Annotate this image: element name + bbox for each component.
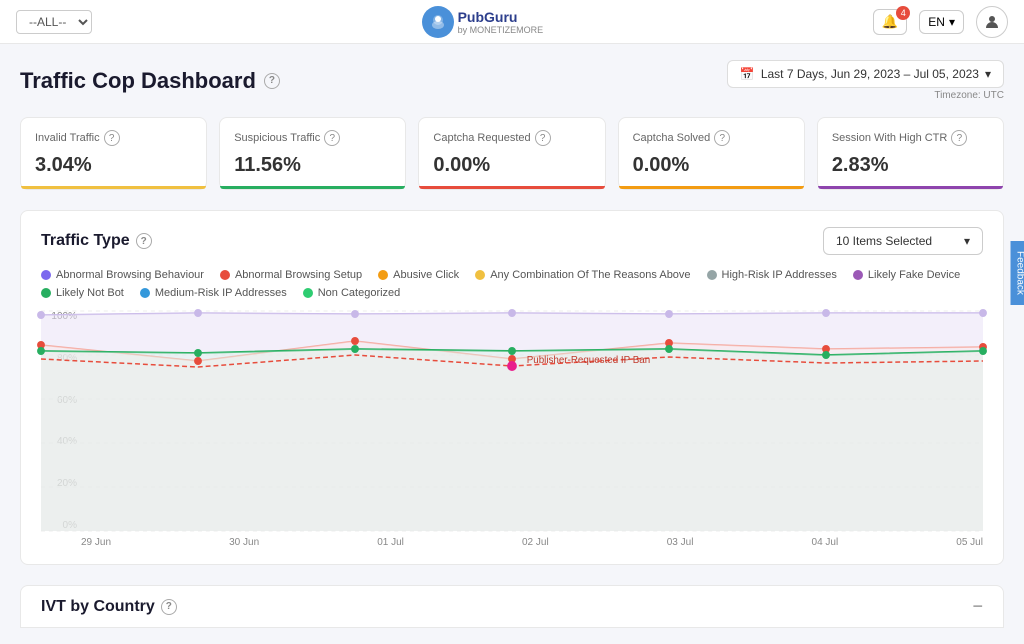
feedback-tab[interactable]: Feedback [1011, 241, 1024, 305]
stat-value-invalid: 3.04% [35, 154, 192, 177]
legend-item: Likely Not Bot [41, 287, 124, 299]
header: --ALL-- PubGuru by MONETIZEMORE 🔔 4 EN ▾ [0, 0, 1024, 44]
x-axis-label: 03 Jul [667, 537, 694, 548]
logo-text-block: PubGuru by MONETIZEMORE [458, 9, 544, 35]
x-axis-label: 05 Jul [956, 537, 983, 548]
header-right: 🔔 4 EN ▾ [873, 6, 1008, 38]
stat-help-icon-session-ctr[interactable]: ? [951, 130, 967, 146]
chevron-down-icon: ▾ [985, 67, 991, 81]
date-range-selector[interactable]: 📅 Last 7 Days, Jun 29, 2023 – Jul 05, 20… [727, 60, 1004, 88]
date-range-text: Last 7 Days, Jun 29, 2023 – Jul 05, 2023 [761, 67, 979, 81]
traffic-type-header: Traffic Type ? 10 Items Selected ▾ [41, 227, 983, 255]
logo-name: PubGuru [458, 9, 544, 25]
legend-item: Any Combination Of The Reasons Above [475, 269, 690, 281]
logo-area: PubGuru by MONETIZEMORE [422, 6, 544, 38]
date-selector-wrapper: 📅 Last 7 Days, Jun 29, 2023 – Jul 05, 20… [727, 60, 1004, 101]
page-title: Traffic Cop Dashboard [20, 68, 256, 94]
timezone-text: Timezone: UTC [727, 90, 1004, 101]
svg-text:Publisher-Requested IP Ban: Publisher-Requested IP Ban [527, 355, 650, 366]
stat-card-captcha-solved: Captcha Solved ? 0.00% [618, 117, 805, 190]
notifications-button[interactable]: 🔔 4 [873, 9, 908, 35]
chevron-down-icon: ▾ [964, 234, 970, 248]
header-left: --ALL-- [16, 10, 92, 34]
stat-value-captcha-req: 0.00% [433, 154, 590, 177]
stat-label-captcha-solved: Captcha Solved ? [633, 130, 790, 146]
legend-item: Medium-Risk IP Addresses [140, 287, 287, 299]
ivt-by-country-section: IVT by Country ? − [20, 585, 1004, 628]
legend-item: Abusive Click [378, 269, 459, 281]
stat-label-suspicious: Suspicious Traffic ? [234, 130, 391, 146]
items-selected-dropdown[interactable]: 10 Items Selected ▾ [823, 227, 983, 255]
stat-help-icon-suspicious[interactable]: ? [324, 130, 340, 146]
stat-help-icon-captcha-solved[interactable]: ? [714, 130, 730, 146]
notification-badge: 4 [896, 6, 910, 20]
stat-label-invalid: Invalid Traffic ? [35, 130, 192, 146]
stat-label-session-ctr: Session With High CTR ? [832, 130, 989, 146]
x-axis-label: 02 Jul [522, 537, 549, 548]
stat-value-suspicious: 11.56% [234, 154, 391, 177]
x-axis-label: 01 Jul [377, 537, 404, 548]
logo-sub: by MONETIZEMORE [458, 25, 544, 35]
calendar-icon: 📅 [740, 67, 755, 81]
ivt-title: IVT by Country ? [41, 598, 177, 616]
stat-value-session-ctr: 2.83% [832, 154, 989, 177]
page-title-block: Traffic Cop Dashboard ? [20, 68, 280, 94]
user-menu-button[interactable] [976, 6, 1008, 38]
traffic-type-help-icon[interactable]: ? [136, 233, 152, 249]
chart-wrapper: 100%80%60%40%20%0% [41, 311, 983, 548]
nav-dropdown[interactable]: --ALL-- [16, 10, 92, 34]
x-axis-label: 30 Jun [229, 537, 259, 548]
logo-icon [422, 6, 454, 38]
legend-item: Non Categorized [303, 287, 401, 299]
items-selected-text: 10 Items Selected [836, 234, 932, 248]
stat-label-captcha-req: Captcha Requested ? [433, 130, 590, 146]
stat-card-suspicious-traffic: Suspicious Traffic ? 11.56% [219, 117, 406, 190]
traffic-type-title: Traffic Type ? [41, 232, 152, 250]
stat-help-icon-invalid[interactable]: ? [104, 130, 120, 146]
x-axis-labels: 29 Jun 30 Jun 01 Jul 02 Jul 03 Jul 04 Jul 05 J… [81, 531, 983, 548]
page-title-help-icon[interactable]: ? [264, 73, 280, 89]
stat-value-captcha-solved: 0.00% [633, 154, 790, 177]
legend-item: Abnormal Browsing Behaviour [41, 269, 204, 281]
ivt-collapse-button[interactable]: − [972, 596, 983, 617]
legend-item: Abnormal Browsing Setup [220, 269, 362, 281]
stat-card-session-ctr: Session With High CTR ? 2.83% [817, 117, 1004, 190]
chart-area: Publisher-Requested IP Ban [41, 311, 983, 531]
x-axis-label: 04 Jul [812, 537, 839, 548]
traffic-type-section: Traffic Type ? 10 Items Selected ▾ Abnor… [20, 210, 1004, 565]
x-axis-label: 29 Jun [81, 537, 111, 548]
stat-card-invalid-traffic: Invalid Traffic ? 3.04% [20, 117, 207, 190]
stat-help-icon-captcha-req[interactable]: ? [535, 130, 551, 146]
chart-svg: Publisher-Requested IP Ban [41, 311, 983, 531]
chart-legend: Abnormal Browsing Behaviour Abnormal Brow… [41, 269, 983, 299]
page-header: Traffic Cop Dashboard ? 📅 Last 7 Days, J… [20, 60, 1004, 101]
stats-row: Invalid Traffic ? 3.04% Suspicious Traff… [20, 117, 1004, 190]
ivt-help-icon[interactable]: ? [161, 599, 177, 615]
legend-item: Likely Fake Device [853, 269, 960, 281]
language-button[interactable]: EN ▾ [919, 10, 964, 34]
stat-card-captcha-requested: Captcha Requested ? 0.00% [418, 117, 605, 190]
main-content: Traffic Cop Dashboard ? 📅 Last 7 Days, J… [0, 44, 1024, 644]
legend-item: High-Risk IP Addresses [707, 269, 837, 281]
